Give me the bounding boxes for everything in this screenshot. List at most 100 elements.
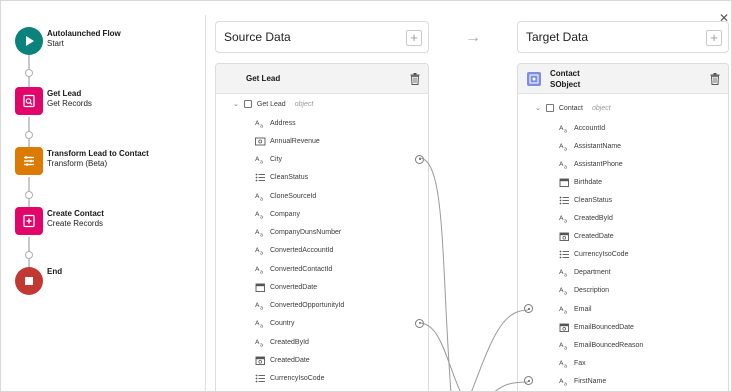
field-name: CleanStatus bbox=[270, 174, 309, 182]
add-record-icon bbox=[15, 207, 43, 235]
field-name: ConvertedAccountId bbox=[270, 247, 334, 255]
field-row[interactable]: Aa AssistantPhone bbox=[558, 158, 623, 170]
close-icon[interactable]: ✕ bbox=[719, 11, 729, 25]
tree-root-label: Contact bbox=[558, 104, 583, 112]
field-row[interactable]: Aa AccountId bbox=[558, 122, 606, 134]
svg-text:a: a bbox=[260, 233, 263, 238]
add-element-node[interactable] bbox=[25, 69, 33, 77]
field-name: CurrencyIsoCode bbox=[574, 251, 629, 259]
add-element-node[interactable] bbox=[25, 131, 33, 139]
field-name: CloneSourceId bbox=[270, 192, 317, 200]
add-source-button[interactable]: + bbox=[406, 30, 422, 46]
target-data-title: Target Data bbox=[526, 30, 589, 44]
arrow-right-icon: → bbox=[465, 29, 481, 46]
mapping-handle[interactable] bbox=[415, 318, 424, 328]
field-row[interactable]: Aa Department bbox=[558, 267, 611, 279]
source-panel-title: Get Lead bbox=[246, 74, 281, 83]
text-field-icon: Aa bbox=[558, 123, 570, 133]
field-row[interactable]: Aa CreatedById bbox=[254, 336, 309, 348]
mapping-handle[interactable] bbox=[524, 376, 533, 386]
add-element-node[interactable] bbox=[25, 191, 33, 199]
field-row[interactable]: EmailBouncedDate bbox=[558, 321, 634, 333]
list-field-icon bbox=[254, 374, 266, 384]
add-element-node[interactable] bbox=[25, 251, 33, 259]
add-target-button[interactable]: + bbox=[706, 30, 722, 46]
field-name: Birthdate bbox=[574, 178, 603, 186]
field-row[interactable]: Aa ConvertedAccountId bbox=[254, 245, 334, 257]
mapping-handle[interactable] bbox=[415, 154, 424, 164]
step-title: End bbox=[47, 267, 63, 276]
field-name: AssistantName bbox=[574, 142, 622, 150]
field-row[interactable]: Aa Email bbox=[558, 303, 592, 315]
field-name: Fax bbox=[574, 359, 586, 367]
field-name: ConvertedOpportunityId bbox=[270, 302, 345, 309]
field-row[interactable]: Aa Fax bbox=[558, 357, 586, 369]
svg-text:a: a bbox=[260, 251, 263, 256]
field-row[interactable]: Aa Company bbox=[254, 208, 300, 220]
field-row[interactable]: CleanStatus bbox=[558, 194, 612, 206]
field-row[interactable]: Aa ConvertedContactId bbox=[254, 263, 333, 275]
field-row[interactable]: Aa EmailBouncedReason bbox=[558, 339, 644, 351]
field-row[interactable]: Aa FirstName bbox=[558, 375, 607, 387]
datetime-field-icon bbox=[558, 322, 570, 332]
flow-canvas: Autolaunched Flow Start Get Lead Get Rec… bbox=[1, 1, 201, 391]
source-tree-root[interactable]: ⌄ Get Lead object bbox=[233, 100, 313, 108]
field-row[interactable]: Aa City bbox=[254, 154, 283, 166]
field-row[interactable]: Aa Country bbox=[254, 318, 295, 330]
field-name: ConvertedDate bbox=[270, 283, 318, 291]
svg-text:a: a bbox=[564, 146, 567, 151]
target-tree-root[interactable]: ⌄ Contact object bbox=[535, 104, 611, 112]
field-row[interactable]: Aa CloneSourceId bbox=[254, 190, 317, 202]
flow-step-end[interactable]: End bbox=[15, 267, 62, 295]
field-row[interactable]: Aa AssistantName bbox=[558, 140, 622, 152]
field-row[interactable]: CurrencyIsoCode bbox=[558, 249, 628, 261]
play-icon bbox=[15, 27, 43, 55]
svg-text:a: a bbox=[260, 214, 263, 219]
svg-text:a: a bbox=[564, 273, 567, 278]
target-panel-header: Contact SObject bbox=[518, 64, 728, 94]
tree-root-type: object bbox=[592, 104, 611, 112]
field-name: City bbox=[270, 156, 283, 163]
field-row[interactable]: CreatedDate bbox=[254, 354, 310, 366]
field-row[interactable]: Aa CompanyDunsNumber bbox=[254, 227, 342, 239]
text-field-icon: Aa bbox=[254, 246, 266, 256]
chevron-down-icon[interactable]: ⌄ bbox=[233, 100, 239, 108]
field-row[interactable]: Birthdate bbox=[558, 176, 602, 188]
step-title: Get Lead bbox=[47, 89, 82, 98]
field-row[interactable]: Aa ConvertedOpportunityId bbox=[254, 300, 345, 312]
field-row[interactable]: CleanStatus bbox=[254, 172, 308, 184]
svg-text:a: a bbox=[260, 123, 263, 128]
field-row[interactable]: AnnualRevenue bbox=[254, 135, 320, 147]
chevron-down-icon[interactable]: ⌄ bbox=[535, 104, 541, 112]
text-field-icon: Aa bbox=[558, 286, 570, 296]
field-row[interactable]: CreatedDate bbox=[558, 231, 614, 243]
step-subtitle: Create Records bbox=[47, 219, 104, 228]
svg-text:a: a bbox=[260, 269, 263, 274]
field-row[interactable]: Aa Address bbox=[254, 117, 296, 129]
text-field-icon: Aa bbox=[254, 337, 266, 347]
svg-text:a: a bbox=[564, 363, 567, 368]
field-name: Email bbox=[574, 305, 592, 313]
field-row[interactable]: ConvertedDate bbox=[254, 281, 317, 293]
field-name: CreatedById bbox=[270, 338, 309, 346]
field-row[interactable]: Aa Description bbox=[558, 285, 610, 297]
field-row[interactable]: CurrencyIsoCode bbox=[254, 373, 324, 385]
field-name: EmailBouncedReason bbox=[574, 341, 644, 349]
text-field-icon: Aa bbox=[254, 155, 266, 165]
target-panel-subtitle: SObject bbox=[550, 80, 581, 89]
panel-divider bbox=[205, 15, 206, 391]
svg-text:a: a bbox=[564, 309, 567, 314]
flow-step-create-contact[interactable]: Create Contact Create Records bbox=[15, 207, 104, 235]
field-name: CreatedDate bbox=[574, 233, 614, 241]
flow-step-transform[interactable]: Transform Lead to Contact Transform (Bet… bbox=[15, 147, 149, 175]
flow-step-get-lead[interactable]: Get Lead Get Records bbox=[15, 87, 92, 115]
trash-icon[interactable] bbox=[710, 73, 720, 85]
mapping-handle[interactable] bbox=[524, 304, 533, 313]
field-row[interactable]: Aa CreatedById bbox=[558, 213, 613, 225]
flow-step-start[interactable]: Autolaunched Flow Start bbox=[15, 27, 121, 55]
text-field-icon: Aa bbox=[558, 358, 570, 368]
trash-icon[interactable] bbox=[410, 73, 420, 85]
text-field-icon: Aa bbox=[254, 319, 266, 329]
svg-text:a: a bbox=[564, 128, 567, 133]
field-name: ConvertedContactId bbox=[270, 265, 333, 273]
